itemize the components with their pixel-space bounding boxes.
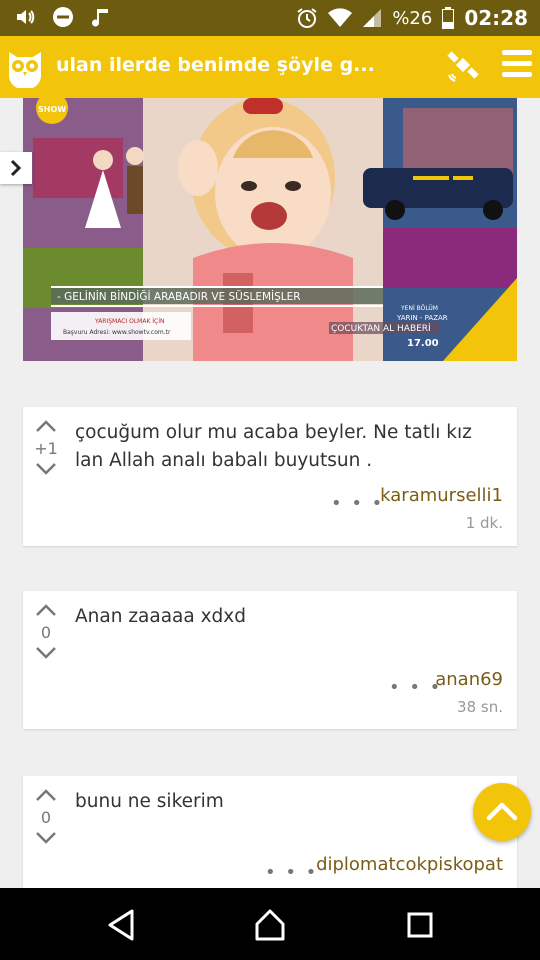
- vote-control: +1: [33, 419, 59, 476]
- vote-score: 0: [40, 623, 52, 642]
- upvote-icon[interactable]: [35, 419, 57, 433]
- comment-card: 0 bunu ne sikerim • • • diplomatcokpisko…: [23, 776, 517, 888]
- volume-icon: [17, 10, 35, 24]
- chevron-right-icon: [10, 159, 22, 177]
- back-icon[interactable]: [105, 908, 137, 942]
- more-icon[interactable]: • • •: [265, 862, 318, 883]
- clock: 02:28: [464, 6, 528, 30]
- owl-logo-icon[interactable]: [6, 46, 44, 88]
- home-icon[interactable]: [254, 908, 286, 942]
- downvote-icon[interactable]: [35, 646, 57, 660]
- system-nav-bar: [0, 888, 540, 960]
- status-bar: %26 02:28: [0, 0, 540, 36]
- tv-day: YARIN - PAZAR: [396, 314, 448, 322]
- music-icon: [92, 9, 108, 27]
- tv-promo-line1: YARIŞMACI OLMAK İÇİN: [94, 318, 165, 325]
- comment-text: bunu ne sikerim: [75, 791, 224, 812]
- battery-icon: [442, 7, 455, 29]
- menu-icon[interactable]: [502, 50, 532, 82]
- satellite-icon[interactable]: [446, 48, 480, 82]
- vote-control: 0: [33, 788, 59, 845]
- upvote-icon[interactable]: [35, 603, 57, 617]
- side-drawer-tab[interactable]: [0, 152, 32, 184]
- signal-icon: [363, 9, 382, 27]
- battery-percent: %26: [392, 7, 433, 29]
- downvote-icon[interactable]: [35, 831, 57, 845]
- comment-time: 1 dk.: [465, 514, 503, 532]
- wifi-icon: [328, 8, 353, 27]
- comment-text: Anan zaaaaa xdxd: [75, 606, 246, 627]
- comment-author[interactable]: anan69: [435, 669, 503, 690]
- tv-hour: 17.00: [407, 338, 439, 349]
- upvote-icon[interactable]: [35, 788, 57, 802]
- comment-author[interactable]: diplomatcokpiskopat: [316, 854, 503, 875]
- comment-time: 38 sn.: [457, 698, 503, 716]
- tv-next-label: YENİ BÖLÜM: [400, 305, 438, 312]
- comment-card: +1 çocuğum olur mu acaba beyler. Ne tatl…: [23, 407, 517, 546]
- downvote-icon[interactable]: [35, 462, 57, 476]
- tv-scene-image: - GELİNİN BİNDİĞİ ARABADIR VE SÜSLEMİŞLE…: [23, 98, 517, 361]
- comment-card: 0 Anan zaaaaa xdxd • • • anan69 38 sn.: [23, 591, 517, 729]
- tv-channel-badge: SHOW: [38, 105, 66, 114]
- scroll-top-icon: [486, 802, 518, 821]
- page-title: ulan ilerde benimde şöyle g...: [56, 54, 375, 76]
- vote-score: 0: [40, 808, 52, 827]
- tv-promo-line2: Başvuru Adresi: www.showtv.com.tr: [63, 329, 171, 336]
- tv-banner-text: - GELİNİN BİNDİĞİ ARABADIR VE SÜSLEMİŞLE…: [57, 290, 301, 303]
- comment-author[interactable]: karamurselli1: [380, 485, 503, 506]
- comment-text: çocuğum olur mu acaba beyler. Ne tatlı k…: [75, 422, 472, 471]
- vote-score: +1: [34, 439, 58, 458]
- vote-control: 0: [33, 603, 59, 660]
- alarm-icon: [297, 8, 317, 28]
- scroll-to-top-button[interactable]: [473, 783, 531, 841]
- app-bar: ulan ilerde benimde şöyle g...: [0, 36, 540, 98]
- recents-icon[interactable]: [406, 908, 434, 942]
- tv-program: ÇOCUKTAN AL HABERİ: [331, 323, 431, 334]
- more-icon[interactable]: • • •: [331, 493, 384, 514]
- post-image[interactable]: - GELİNİN BİNDİĞİ ARABADIR VE SÜSLEMİŞLE…: [23, 98, 517, 361]
- dnd-icon: [53, 7, 73, 27]
